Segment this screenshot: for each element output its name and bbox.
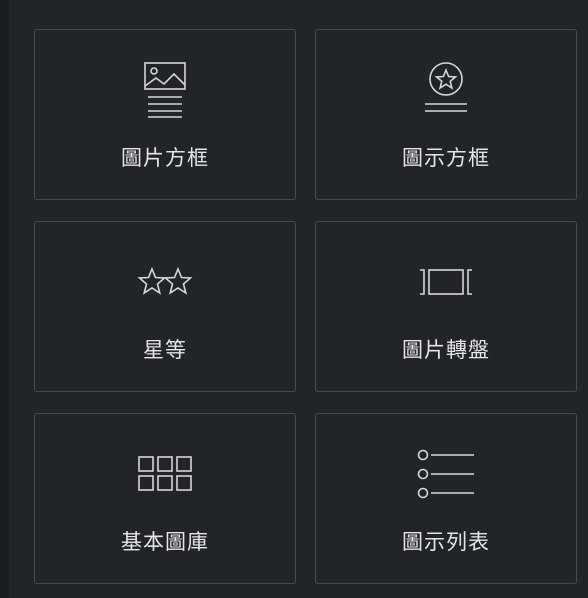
widget-label: 圖片方框 [121,146,209,170]
widget-label: 星等 [143,338,187,362]
widget-image-carousel[interactable]: 圖片轉盤 [315,221,577,392]
widget-label: 圖片轉盤 [402,338,490,362]
panel-left-edge [0,0,9,598]
widget-panel: 圖片方框 圖示方框 星等 圖片轉盤 基本圖庫 圖示列表 [0,0,588,598]
image-box-icon [135,60,195,120]
widget-icon-box[interactable]: 圖示方框 [315,29,577,200]
icon-box-icon [416,60,476,120]
star-rating-icon [135,252,195,312]
widget-grid: 圖片方框 圖示方框 星等 圖片轉盤 基本圖庫 圖示列表 [34,29,577,584]
widget-image-box[interactable]: 圖片方框 [34,29,296,200]
widget-basic-gallery[interactable]: 基本圖庫 [34,413,296,584]
icon-list-icon [416,444,476,504]
widget-star-rating[interactable]: 星等 [34,221,296,392]
widget-label: 基本圖庫 [121,530,209,554]
widget-icon-list[interactable]: 圖示列表 [315,413,577,584]
widget-label: 圖示列表 [402,530,490,554]
basic-gallery-icon [135,444,195,504]
image-carousel-icon [416,252,476,312]
widget-label: 圖示方框 [402,146,490,170]
